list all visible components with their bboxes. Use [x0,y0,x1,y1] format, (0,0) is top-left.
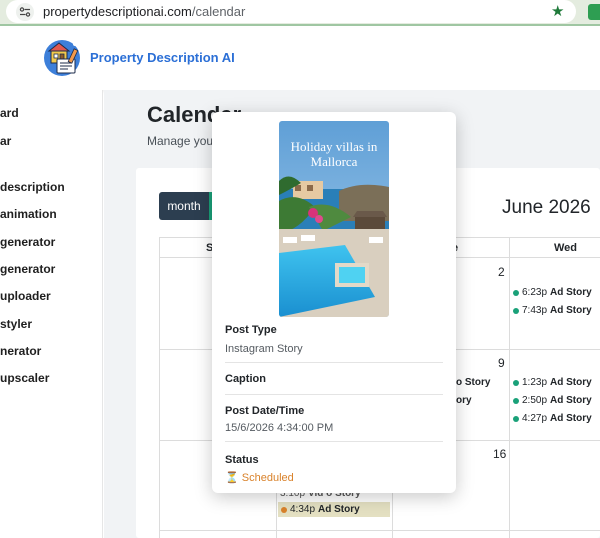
event-dot [513,379,519,386]
calendar-event-selected[interactable]: 4:34p Ad Story [278,502,390,517]
month-view-button[interactable]: month [159,192,209,220]
sidebar-item-animation[interactable]: animation [0,207,57,221]
event-time: 7:43p [522,305,548,316]
event-details-popover: Holiday villas in Mallorca Post Type Ins… [212,112,456,493]
url-path: /calendar [191,4,246,19]
browser-address-bar: propertydescriptionai.com/calendar ★ [0,0,600,26]
calendar-event[interactable]: 6:23p Ad Story [513,287,592,298]
sidebar-item-generator-1[interactable]: generator [0,235,55,249]
post-type-label: Post Type [225,324,277,336]
calendar-event[interactable]: 4:27p Ad Story [513,413,592,424]
url-field[interactable]: propertydescriptionai.com/calendar [6,0,576,23]
event-dot [281,506,287,513]
app-logo-icon[interactable] [43,39,81,77]
event-time: 4:27p [522,413,548,424]
sidebar-item-generator-3[interactable]: nerator [0,344,41,358]
divider [225,394,443,395]
day-number[interactable]: 9 [498,356,505,370]
hourglass-icon: ⏳ [225,472,239,484]
event-dot [513,289,519,296]
post-datetime-value: 15/6/2026 4:34:00 PM [225,422,334,434]
grid-divider [159,530,600,531]
status-badge: ⏳ Scheduled [225,471,294,484]
event-dot [513,397,519,404]
post-datetime-label: Post Date/Time [225,405,305,417]
post-preview-image: Holiday villas in Mallorca [279,121,389,317]
url-domain: propertydescriptionai.com [43,4,192,19]
grid-divider [509,237,510,538]
day-number[interactable]: 16 [493,447,506,461]
divider [225,362,443,363]
sidebar-item-generator-2[interactable]: generator [0,262,55,276]
event-dot [513,415,519,422]
day-number[interactable]: 2 [498,265,505,279]
event-time: 2:50p [522,395,548,406]
calendar-month-title: June 2026 [502,197,591,218]
event-time: 6:23p [522,287,548,298]
site-info-icon[interactable] [16,3,34,21]
sidebar-item-calendar[interactable]: ar [0,134,11,148]
divider [225,441,443,442]
url-text: propertydescriptionai.com/calendar [43,4,245,19]
calendar-event[interactable]: 7:43p Ad Story [513,305,592,316]
calendar-event[interactable]: 2:50p Ad Story [513,395,592,406]
calendar-event[interactable]: o Story [456,377,490,388]
calendar-event[interactable]: 1:23p Ad Story [513,377,592,388]
event-name: Ad Story [550,395,592,406]
page-subtitle: Manage your [147,134,218,148]
sidebar: ard ar description animation generator g… [0,90,103,538]
sidebar-item-styler[interactable]: styler [0,317,32,331]
brand-name[interactable]: Property Description AI [90,50,235,65]
event-name: o Story [456,377,491,388]
event-name: Ad Story [550,377,592,388]
event-name: Ad Story [550,287,592,298]
event-time: 1:23p [522,377,548,388]
calendar-event[interactable]: ory [456,395,472,406]
extension-icon[interactable] [588,4,600,20]
status-value: Scheduled [241,472,294,484]
event-name: Ad Story [318,504,360,515]
sidebar-item-upscaler[interactable]: upscaler [0,371,49,385]
status-label: Status [225,454,259,466]
sidebar-item-dashboard[interactable]: ard [0,106,19,120]
app-header: Property Description AI [0,28,600,90]
event-name: Ad Story [550,413,592,424]
post-type-value: Instagram Story [225,343,303,355]
event-name: ory [456,395,472,406]
sidebar-item-description[interactable]: description [0,180,65,194]
event-name: Ad Story [550,305,592,316]
event-dot [513,307,519,314]
event-time: 4:34p [290,504,316,515]
sidebar-item-uploader[interactable]: uploader [0,289,51,303]
weekday-header-wed: Wed [554,242,578,254]
caption-label: Caption [225,373,266,385]
bookmark-star-icon[interactable]: ★ [551,2,564,20]
post-preview-title: Holiday villas in Mallorca [290,139,378,169]
